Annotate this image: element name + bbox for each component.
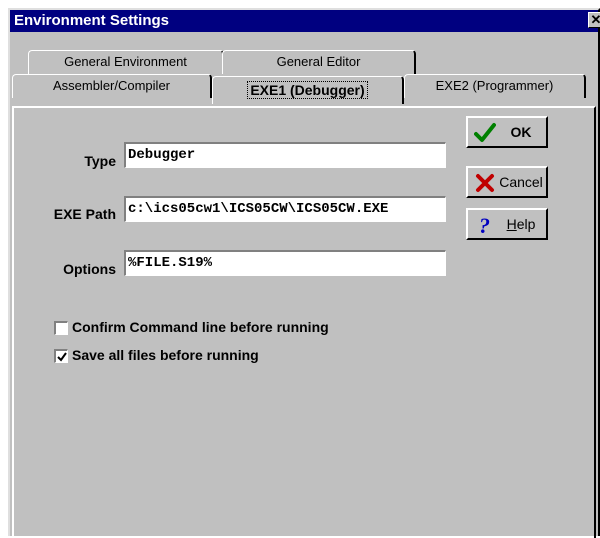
close-button[interactable]: ✕ (588, 12, 600, 28)
tab-exe1-debugger[interactable]: EXE1 (Debugger) (212, 76, 404, 104)
environment-settings-window: Environment Settings ✕ General Environme… (8, 8, 600, 538)
tab-label: Assembler/Compiler (52, 78, 171, 93)
window-title: Environment Settings (14, 12, 170, 29)
tab-label: General Environment (64, 54, 187, 69)
tab-general-editor[interactable]: General Editor (222, 50, 416, 74)
tab-assembler-compiler[interactable]: Assembler/Compiler (12, 74, 212, 98)
tab-panel (12, 106, 596, 538)
tab-label: General Editor (276, 54, 361, 69)
title-bar[interactable]: Environment Settings ✕ (10, 10, 600, 32)
tab-exe2-programmer[interactable]: EXE2 (Programmer) (404, 74, 586, 98)
tab-label: EXE1 (Debugger) (247, 81, 368, 99)
tab-general-environment[interactable]: General Environment (28, 50, 224, 74)
tab-label: EXE2 (Programmer) (435, 78, 554, 93)
